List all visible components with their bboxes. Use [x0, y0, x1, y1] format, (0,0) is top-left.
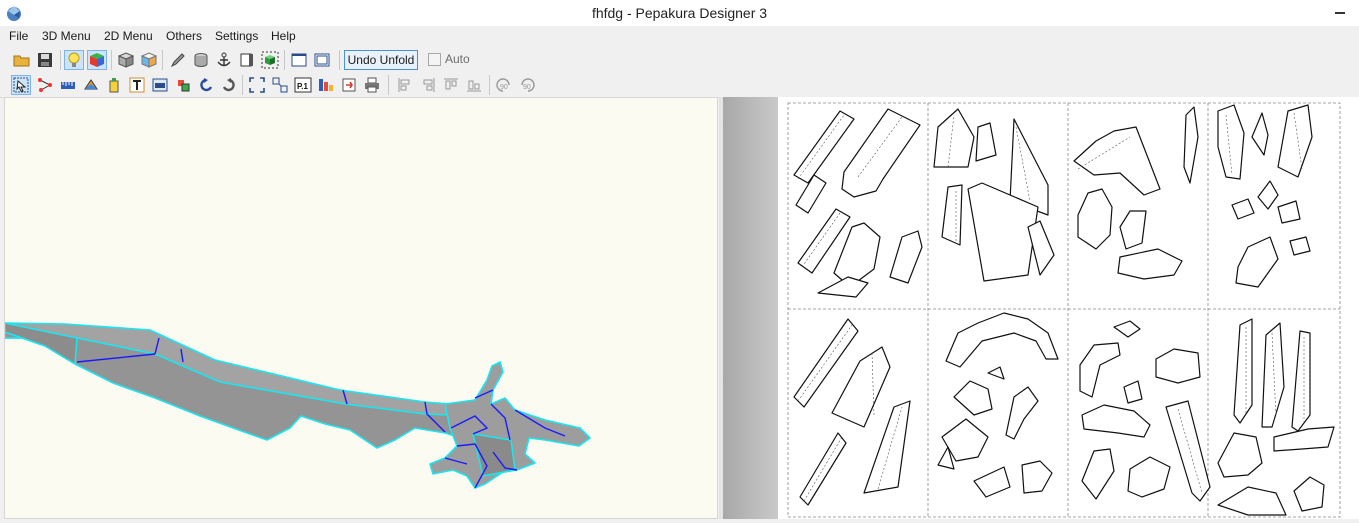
menu-bar: File 3D Menu 2D Menu Others Settings Hel… — [0, 26, 1359, 47]
menu-settings[interactable]: Settings — [215, 29, 258, 43]
auto-label: Auto — [445, 52, 470, 66]
edge-nodes-icon — [38, 78, 52, 92]
auto-checkbox-wrap[interactable]: Auto — [428, 52, 470, 66]
text-tool-button[interactable] — [127, 75, 147, 95]
open-file-button[interactable] — [12, 50, 32, 70]
save-icon — [38, 53, 52, 67]
arrange-icon — [272, 77, 288, 93]
printer-icon — [365, 77, 379, 93]
rotate-cw-90-button[interactable]: 90 — [517, 75, 537, 95]
2d-layout-canvas[interactable] — [778, 97, 1359, 519]
glue-tool-button[interactable] — [104, 75, 124, 95]
light-toggle-button[interactable] — [64, 50, 84, 70]
cursor-icon — [13, 77, 29, 93]
show-2d-button[interactable] — [139, 50, 159, 70]
menu-file[interactable]: File — [9, 29, 28, 43]
rotate-ccw-90-icon: 90 — [496, 78, 510, 92]
fit-frame-icon — [249, 77, 265, 93]
menu-2d[interactable]: 2D Menu — [104, 29, 153, 43]
glue-icon — [109, 78, 119, 93]
undo-unfold-button[interactable]: Undo Unfold — [344, 50, 418, 70]
page-number-button[interactable]: P.1 — [293, 75, 313, 95]
anchor-button[interactable] — [214, 50, 234, 70]
half-cube-icon — [240, 53, 253, 67]
window-alt-icon — [314, 53, 330, 67]
lightbulb-icon — [68, 52, 80, 67]
fit-view-button[interactable] — [247, 75, 267, 95]
unfolded-parts[interactable] — [793, 104, 1335, 516]
align-bottom-button[interactable] — [464, 75, 484, 95]
edge-tool-button[interactable] — [35, 75, 55, 95]
rotate-right-button[interactable] — [219, 75, 239, 95]
join-faces-button[interactable] — [260, 50, 280, 70]
flap-tool-button[interactable] — [81, 75, 101, 95]
align-left-icon — [398, 78, 410, 92]
svg-text:90: 90 — [500, 84, 508, 91]
ruler-button[interactable] — [58, 75, 78, 95]
layout-bars-icon — [319, 79, 333, 91]
save-button[interactable] — [35, 50, 55, 70]
window-split-button[interactable] — [289, 50, 309, 70]
folder-icon — [13, 55, 30, 67]
export-button[interactable] — [339, 75, 359, 95]
edit-toolbar: P.1 90 90 — [0, 72, 1359, 98]
svg-text:P.1: P.1 — [297, 82, 309, 91]
cylinder-icon — [194, 53, 208, 67]
align-top-icon — [444, 78, 458, 90]
align-right-button[interactable] — [418, 75, 438, 95]
layout-button[interactable] — [316, 75, 336, 95]
page-number-icon: P.1 — [294, 77, 312, 93]
flap-icon — [84, 79, 98, 90]
ruler-icon — [61, 82, 75, 89]
arrange-parts-button[interactable] — [270, 75, 290, 95]
title-bar: fhfdg - Pepakura Designer 3 — [0, 0, 1359, 26]
edge-edit-button[interactable] — [168, 50, 188, 70]
svg-text:90: 90 — [523, 84, 531, 91]
parts-icon — [178, 80, 190, 92]
align-top-button[interactable] — [441, 75, 461, 95]
3d-view[interactable] — [4, 97, 718, 519]
anchor-icon — [217, 52, 231, 67]
rotate-ccw-90-button[interactable]: 90 — [494, 75, 514, 95]
pencil-icon — [170, 53, 185, 68]
minimize-icon[interactable] — [1335, 12, 1345, 14]
rotate-left-icon — [200, 78, 213, 92]
move-parts-button[interactable] — [173, 75, 193, 95]
paper-shadow — [723, 97, 778, 519]
menu-help[interactable]: Help — [271, 29, 296, 43]
2d-view[interactable] — [723, 97, 1359, 519]
3d-model-canvas[interactable] — [4, 98, 719, 520]
window-title: fhfdg - Pepakura Designer 3 — [591, 5, 768, 21]
show-3d-button[interactable] — [116, 50, 136, 70]
colored-cube-icon — [90, 53, 104, 67]
cylinder-button[interactable] — [191, 50, 211, 70]
export-icon — [342, 78, 356, 92]
paper-sheet[interactable] — [778, 97, 1359, 519]
green-cube-select-icon — [261, 51, 279, 69]
align-bottom-icon — [467, 80, 481, 92]
text-icon — [129, 77, 145, 93]
align-left-button[interactable] — [395, 75, 415, 95]
align-right-icon — [423, 78, 435, 92]
rotate-right-icon — [222, 78, 235, 92]
main-toolbar: Undo Unfold Auto — [0, 47, 1359, 73]
window-single-button[interactable] — [312, 50, 332, 70]
face-select-button[interactable] — [237, 50, 257, 70]
rotate-left-button[interactable] — [196, 75, 216, 95]
rotate-cw-90-icon: 90 — [521, 78, 535, 92]
print-button[interactable] — [362, 75, 382, 95]
select-tool-button[interactable] — [11, 75, 31, 95]
cube-icon — [118, 52, 134, 68]
auto-checkbox[interactable] — [428, 52, 441, 66]
image-tool-button[interactable] — [150, 75, 170, 95]
paper-cube-icon — [141, 52, 157, 68]
texture-toggle-button[interactable] — [87, 50, 107, 70]
menu-3d[interactable]: 3D Menu — [42, 29, 91, 43]
menu-others[interactable]: Others — [166, 29, 202, 43]
image-icon — [152, 78, 168, 92]
window-icon — [291, 53, 307, 67]
